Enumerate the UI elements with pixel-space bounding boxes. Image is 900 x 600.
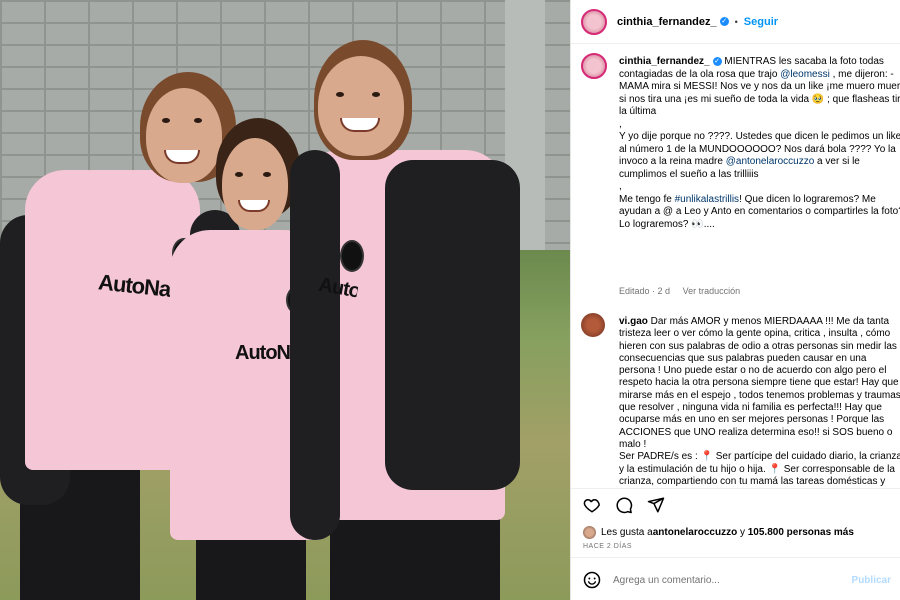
edited-label: Editado · 2 d xyxy=(619,286,671,296)
likes-prefix: Les gusta a xyxy=(601,527,653,538)
comment-input[interactable] xyxy=(611,573,845,587)
comments-scroll-area[interactable]: cinthia_fernandez_ ✓ MIENTRAS les sacaba … xyxy=(571,43,900,488)
add-comment-bar: Publicar xyxy=(571,557,900,600)
translate-link[interactable]: Ver traducción xyxy=(683,286,741,296)
likes-summary[interactable]: Les gusta a antonelaroccuzzo y 105.800 p… xyxy=(583,526,854,539)
post-actions: Les gusta a antonelaroccuzzo y 105.800 p… xyxy=(571,488,900,589)
author-avatar[interactable] xyxy=(581,8,607,35)
emoji-icon[interactable] xyxy=(583,571,601,589)
heart-icon[interactable] xyxy=(583,496,601,514)
mention-antonelaroccuzzo[interactable]: @antonelaroccuzzo xyxy=(726,156,815,167)
comment-body: Dar más AMOR y menos MIERDAAAA !!! Me da… xyxy=(619,316,900,487)
likes-count[interactable]: 105.800 personas más xyxy=(748,527,854,538)
commenter-username[interactable]: vi.gao xyxy=(619,316,648,327)
post-header: cinthia_fernandez_ ✓ • Seguir xyxy=(571,0,900,44)
caption-avatar[interactable] xyxy=(581,53,607,79)
share-icon[interactable] xyxy=(647,496,665,514)
commenter-avatar[interactable] xyxy=(581,313,605,337)
caption-username[interactable]: cinthia_fernandez_ xyxy=(619,56,710,67)
caption-segment: , me dijeron: -MAMA mira si MESSI! Nos v… xyxy=(619,68,900,168)
caption-text: cinthia_fernandez_ ✓ MIENTRAS les sacaba … xyxy=(619,56,900,231)
mention-leomessi[interactable]: @leomessi xyxy=(780,69,830,80)
likes-user[interactable]: antonelaroccuzzo xyxy=(653,527,737,538)
action-icons xyxy=(583,496,665,514)
liker-avatar xyxy=(583,526,596,539)
likes-mid: y xyxy=(737,527,748,538)
separator-dot: • xyxy=(734,16,738,27)
comment-text: vi.gao Dar más AMOR y menos MIERDAAAA !!… xyxy=(619,316,900,488)
verified-badge-icon: ✓ xyxy=(712,56,722,66)
caption-meta: Editado · 2 d Ver traducción xyxy=(619,286,750,296)
post-panel: cinthia_fernandez_ ✓ • Seguir cinthia_fe… xyxy=(570,0,900,600)
publish-button[interactable]: Publicar xyxy=(852,575,891,586)
verified-badge-icon: ✓ xyxy=(719,17,729,26)
posted-time: HACE 2 DÍAS xyxy=(583,543,633,550)
author-username[interactable]: cinthia_fernandez_ xyxy=(617,16,717,28)
hashtag-unlikalastrillis[interactable]: #unlikalastrillis xyxy=(675,194,739,205)
follow-button[interactable]: Seguir xyxy=(744,16,778,28)
post-photo[interactable]: AutoNation AutoNation AutoNation xyxy=(0,0,570,600)
comment-icon[interactable] xyxy=(615,496,633,514)
